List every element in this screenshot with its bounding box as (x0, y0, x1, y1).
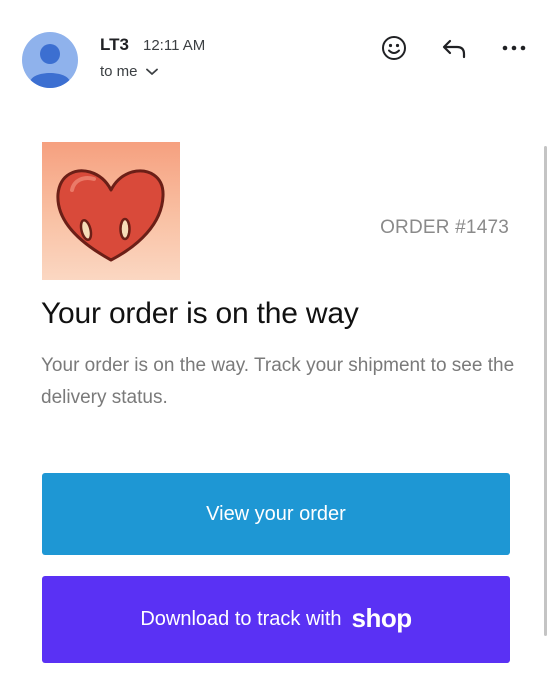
download-shop-label: Download to track with (140, 608, 342, 630)
chevron-down-icon (145, 68, 158, 75)
more-options-icon (502, 45, 526, 51)
view-order-button[interactable]: View your order (42, 473, 510, 555)
shop-logo: shop (351, 602, 413, 633)
emoji-icon (382, 36, 406, 60)
avatar-person-icon (30, 44, 70, 88)
sender-avatar[interactable] (22, 32, 78, 88)
more-options-button[interactable] (500, 34, 528, 62)
email-body-text: Your order is on the way. Track your shi… (41, 355, 515, 408)
email-header: LT3 12:11 AM to me (0, 0, 553, 110)
reply-button[interactable] (440, 34, 468, 62)
reply-icon (442, 39, 466, 59)
email-time: 12:11 AM (143, 37, 206, 54)
order-number: ORDER #1473 (380, 217, 509, 238)
product-image (42, 142, 180, 280)
heart-illustration (56, 169, 165, 262)
recipient-label: to me (100, 63, 138, 80)
scrollbar[interactable] (544, 146, 547, 636)
download-shop-button[interactable]: Download to track with shop (42, 576, 510, 663)
view-order-label: View your order (206, 502, 346, 525)
sender-name: LT3 (100, 35, 129, 54)
email-title: Your order is on the way (41, 297, 359, 330)
recipient-toggle[interactable]: to me (100, 63, 158, 80)
emoji-reaction-button[interactable] (380, 34, 408, 62)
